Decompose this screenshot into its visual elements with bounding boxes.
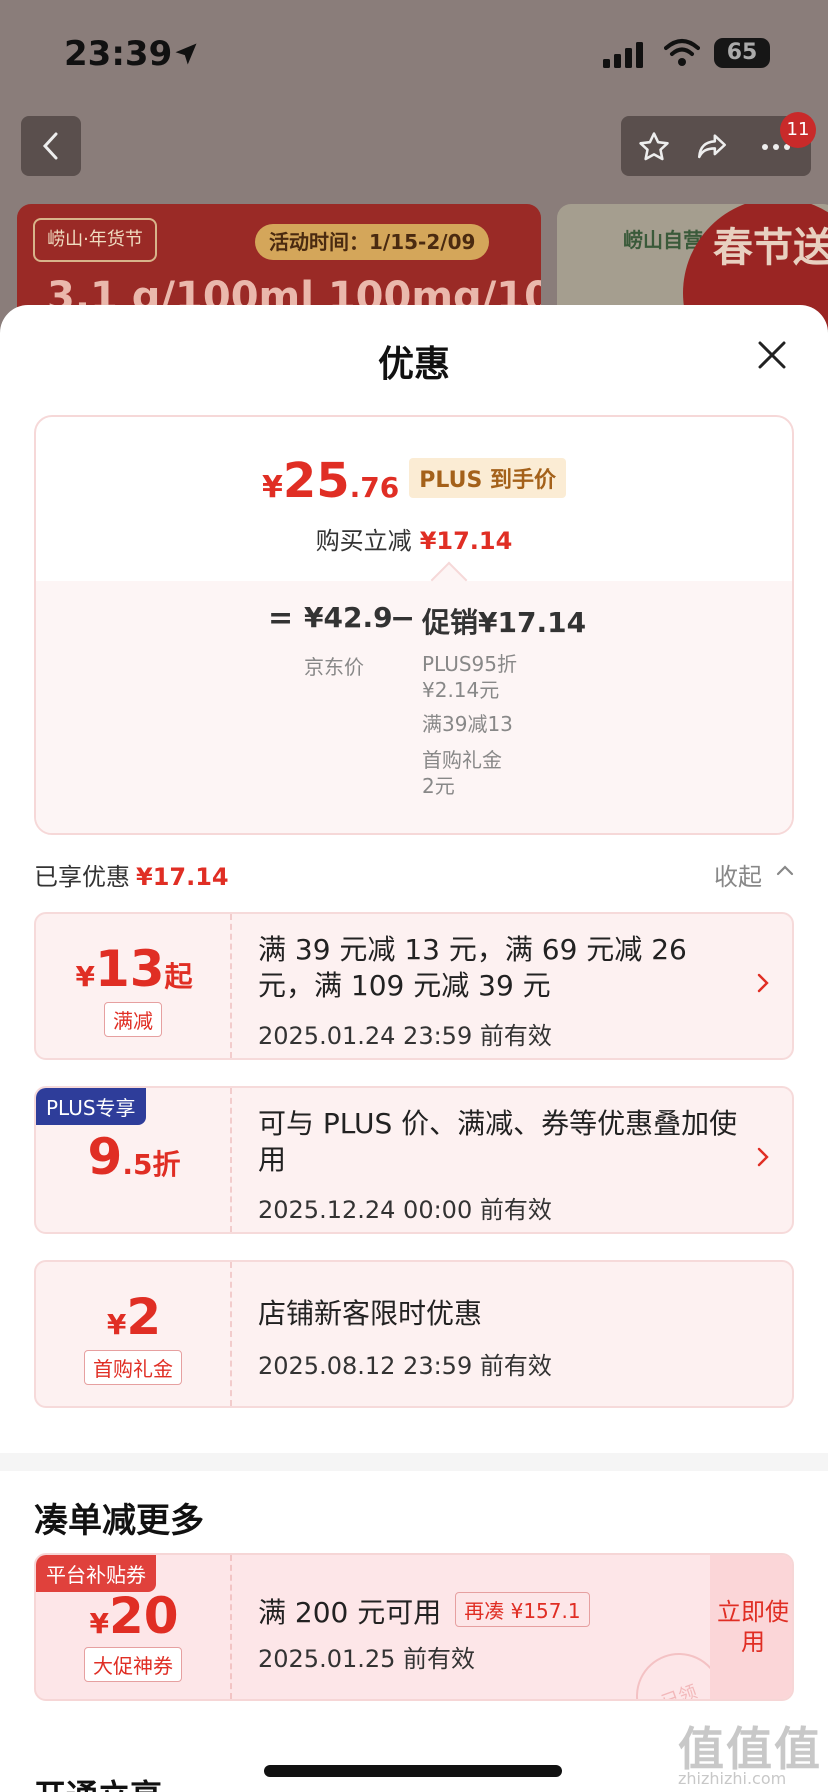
back-button[interactable] [21, 116, 81, 176]
enjoyed-discount: 已享优惠 ¥17.14 [34, 863, 229, 891]
coupon-plus-discount[interactable]: PLUS专享 9.5折 可与 PLUS 价、满减、券等优惠叠加使用 2025.1… [34, 1086, 794, 1234]
star-icon[interactable] [637, 130, 671, 164]
activity-period: 活动时间：1/15-2/09 [255, 224, 490, 260]
battery-level: 65 [726, 40, 758, 65]
home-indicator[interactable] [264, 1765, 562, 1777]
brand-logo: 崂山·年货节 [33, 218, 157, 262]
platform-voucher[interactable]: 平台补贴券 ¥20 大促神券 满 200 元可用 再凑 ¥157.1 2025.0… [34, 1553, 794, 1701]
coupon-type-label: 满减 [104, 1002, 162, 1037]
coupon-description: 店铺新客限时优惠 [258, 1297, 483, 1330]
background-page: 23:39 65 11 崂山·年货节 活动时间：1/15-2/09 3.1 g/… [0, 0, 828, 330]
plus-price-tag: PLUS 到手价 [409, 458, 566, 498]
coupon-first-purchase[interactable]: ¥2 首购礼金 店铺新客限时优惠 2025.08.12 23:59 前有效 [34, 1260, 794, 1408]
chevron-up-icon[interactable] [776, 863, 794, 877]
status-bar: 23:39 65 [0, 0, 828, 110]
promo-item: 2元 [422, 774, 455, 798]
collapse-button[interactable]: 收起 [714, 857, 762, 892]
use-now-button[interactable]: 立即使用 [710, 1555, 792, 1699]
jd-price-label: 京东价 [304, 655, 364, 679]
coupon-amount: ¥13起 [75, 940, 193, 998]
coupon-amount: 9.5折 [87, 1128, 181, 1186]
voucher-type-label: 大促神券 [84, 1647, 182, 1682]
location-arrow-icon [175, 43, 197, 65]
final-price: ¥25.76 PLUS 到手价 [36, 453, 792, 509]
section-divider [0, 1453, 828, 1471]
chevron-left-icon [42, 132, 58, 160]
coupon-full-reduction[interactable]: ¥13起 满减 满 39 元减 13 元，满 69 元减 26 元，满 109 … [34, 912, 794, 1060]
coupon-validity: 2025.08.12 23:59 前有效 [258, 1352, 552, 1380]
coupon-amount: ¥2 [106, 1288, 162, 1346]
sheet-title: 优惠 [377, 344, 450, 385]
voucher-amount: ¥20 [89, 1587, 179, 1645]
discount-sheet: 优惠 ¥25.76 PLUS 到手价 购买立减 ¥17.14 = ¥42.9 京东价… [0, 305, 828, 1792]
battery-icon: 65 [714, 38, 770, 68]
promo-item: 满39减13 [422, 712, 513, 736]
share-icon[interactable] [695, 130, 729, 164]
voucher-description: 满 200 元可用 再凑 ¥157.1 [258, 1591, 590, 1631]
promo-item: 首购礼金 [422, 748, 502, 772]
coupon-description: 满 39 元减 13 元，满 69 元减 26 元，满 109 元减 39 元 [258, 933, 687, 1002]
watermark-url: zhizhizhi.com [678, 1769, 787, 1788]
close-icon[interactable] [752, 335, 792, 375]
add-more-title: 凑单减更多 [34, 1501, 204, 1541]
promo-item: ¥2.14元 [422, 678, 500, 702]
promo-item: PLUS95折 [422, 652, 517, 676]
notification-badge: 11 [780, 112, 816, 148]
promo-total: 促销¥17.14 [422, 606, 587, 639]
coupon-validity: 2025.12.24 00:00 前有效 [258, 1196, 552, 1224]
jd-price: ¥42.9 [304, 601, 393, 634]
price-breakdown-card: ¥25.76 PLUS 到手价 购买立减 ¥17.14 = ¥42.9 京东价 − … [34, 415, 794, 835]
open-membership-title: 开通立享 [34, 1771, 162, 1792]
plus-exclusive-tag: PLUS专享 [36, 1088, 146, 1125]
coupon-validity: 2025.01.24 23:59 前有效 [258, 1022, 552, 1050]
chevron-right-icon[interactable] [756, 1146, 770, 1168]
equals-sign: = [268, 601, 294, 636]
instant-reduction: 购买立减 ¥17.14 [315, 527, 513, 555]
coupon-description: 可与 PLUS 价、满减、券等优惠叠加使用 [258, 1107, 738, 1176]
status-time: 23:39 [64, 34, 173, 74]
add-more-amount-tag: 再凑 ¥157.1 [455, 1592, 590, 1627]
minus-sign: − [390, 601, 416, 636]
coupon-type-label: 首购礼金 [84, 1350, 182, 1385]
wifi-icon [664, 39, 700, 66]
cellular-signal-icon [603, 42, 643, 68]
chevron-right-icon[interactable] [756, 972, 770, 994]
voucher-validity: 2025.01.25 前有效 [258, 1645, 476, 1673]
